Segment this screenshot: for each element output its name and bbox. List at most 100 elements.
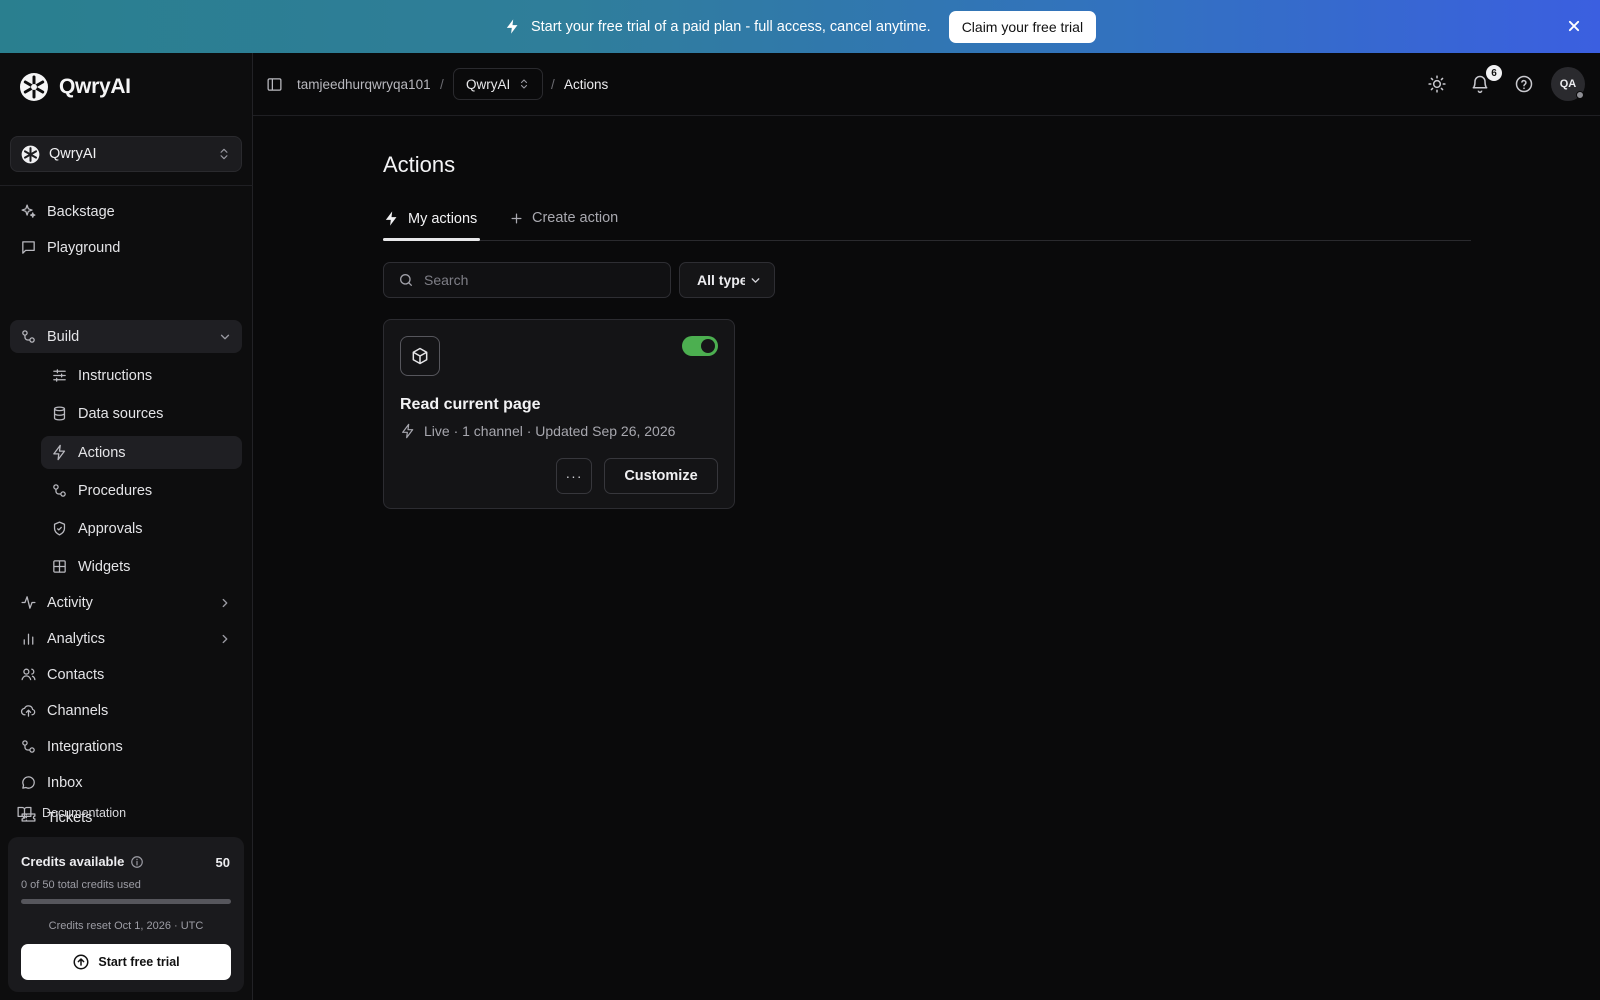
claim-trial-button[interactable]: Claim your free trial (948, 10, 1097, 43)
chevron-up-down-icon (518, 78, 530, 90)
tab-label: Create action (532, 210, 619, 226)
sidebar-item-channels[interactable]: Channels (10, 694, 242, 727)
zap-icon (51, 444, 68, 461)
zap-icon (400, 423, 416, 439)
sidebar-item-label: Instructions (78, 367, 153, 384)
sidebar-item-label: Widgets (78, 558, 131, 575)
chevron-right-icon (218, 632, 232, 646)
sidebar-item-backstage[interactable]: Backstage (10, 195, 242, 228)
sidebar-item-widgets[interactable]: Widgets (41, 550, 242, 583)
sidebar-item-procedures[interactable]: Procedures (41, 474, 242, 507)
sidebar-divider (0, 185, 253, 186)
bar-chart-icon (20, 630, 37, 647)
action-card[interactable]: Read current page Live · 1 channel · Upd… (383, 319, 735, 509)
sidebar-item-label: Activity (47, 594, 93, 611)
sidebar-item-activity[interactable]: Activity (10, 586, 242, 619)
type-filter-label: All types (697, 272, 745, 288)
start-free-trial-button[interactable]: Start free trial (21, 944, 231, 980)
customize-button[interactable]: Customize (604, 458, 718, 494)
database-icon (51, 405, 68, 422)
brand-logo[interactable]: QwryAI (19, 72, 131, 102)
tabs-divider (383, 240, 1471, 241)
start-free-trial-label: Start free trial (98, 955, 180, 969)
cloud-upload-icon (20, 702, 37, 719)
arrow-up-circle-icon (72, 953, 90, 971)
type-filter-select[interactable]: All types (679, 262, 775, 298)
sidebar-item-label: Approvals (78, 520, 143, 537)
workspace-name: QwryAI (49, 146, 97, 162)
workflow-icon (51, 482, 68, 499)
credits-title: Credits available (21, 854, 144, 869)
tab-label: My actions (408, 210, 478, 227)
chevron-up-down-icon (217, 147, 231, 161)
sidebar-item-label: Inbox (47, 774, 83, 791)
sidebar-item-documentation[interactable]: Documentation (16, 804, 126, 821)
status-dot (1576, 91, 1584, 99)
search-icon (398, 272, 414, 288)
breadcrumb-current: Actions (564, 77, 609, 92)
credits-title-label: Credits available (21, 854, 125, 869)
zap-icon (383, 210, 400, 227)
search-input[interactable] (424, 272, 644, 288)
sidebar: QwryAI QwryAI Backstage Playground Build… (0, 53, 253, 1000)
sidebar-item-label: Actions (78, 444, 126, 461)
sidebar-item-analytics[interactable]: Analytics (10, 622, 242, 655)
help-circle-icon[interactable] (1514, 74, 1534, 94)
sidebar-item-instructions[interactable]: Instructions (41, 359, 242, 392)
credits-available: 50 (215, 855, 230, 870)
close-icon[interactable] (1564, 16, 1584, 36)
chevron-down-icon (749, 274, 762, 287)
action-meta: Live · 1 channel · Updated Sep 26, 2026 (400, 423, 675, 439)
sidebar-item-label: Channels (47, 702, 109, 719)
sidebar-item-inbox[interactable]: Inbox (10, 766, 242, 799)
tab-create-action[interactable]: Create action (509, 210, 618, 226)
sparkle-icon (20, 203, 37, 220)
book-open-icon (16, 804, 33, 821)
credits-progress-bar (21, 899, 231, 904)
sidebar-item-data-sources[interactable]: Data sources (41, 397, 242, 430)
credits-reset-text: Credits reset Oct 1, 2026 · UTC (48, 920, 204, 932)
sidebar-item-actions[interactable]: Actions (41, 436, 242, 469)
breadcrumb-separator: / (440, 77, 444, 92)
sidebar-toggle-icon[interactable] (266, 76, 283, 93)
sliders-icon (51, 367, 68, 384)
action-meta-text: Live · 1 channel · Updated Sep 26, 2026 (424, 423, 676, 439)
sidebar-item-approvals[interactable]: Approvals (41, 512, 242, 545)
more-options-button[interactable]: ··· (556, 458, 592, 494)
grid-icon (51, 558, 68, 575)
sidebar-item-contacts[interactable]: Contacts (10, 658, 242, 691)
box-icon (400, 336, 440, 376)
chevron-down-icon (218, 330, 232, 344)
breadcrumb-separator: / (551, 77, 555, 92)
message-circle-icon (20, 774, 37, 791)
brand-name: QwryAI (59, 75, 131, 98)
sidebar-item-label: Analytics (47, 630, 106, 647)
logo-icon (19, 72, 49, 102)
active-tab-indicator (383, 238, 480, 241)
workspace-logo-icon (21, 145, 40, 164)
sidebar-item-build[interactable]: Build (10, 320, 242, 353)
credits-used-text: 0 of 50 total credits used (21, 879, 141, 891)
workspace-select[interactable]: QwryAI (10, 136, 242, 172)
breadcrumb-project-select[interactable]: QwryAI (453, 68, 543, 100)
sidebar-item-playground[interactable]: Playground (10, 231, 242, 264)
message-square-icon (20, 239, 37, 256)
sidebar-item-integrations[interactable]: Integrations (10, 730, 242, 763)
page-title: Actions (383, 152, 456, 177)
breadcrumb-user[interactable]: tamjeedhurqwryqa101 (297, 77, 431, 92)
toggle-knob (701, 339, 715, 353)
workflow-icon (20, 738, 37, 755)
workflow-icon (20, 328, 37, 345)
sidebar-item-label: Build (47, 328, 80, 345)
plus-icon (509, 211, 524, 226)
top-bar: tamjeedhurqwryqa101 / QwryAI / Actions 6… (253, 53, 1600, 116)
search-field[interactable] (383, 262, 671, 298)
tab-my-actions[interactable]: My actions (383, 210, 477, 227)
sidebar-item-label: Procedures (78, 482, 153, 499)
info-icon[interactable] (130, 855, 144, 869)
sidebar-item-label: Integrations (47, 738, 123, 755)
sun-icon[interactable] (1427, 74, 1447, 94)
sidebar-item-label: Data sources (78, 405, 164, 422)
notification-badge: 6 (1486, 65, 1502, 81)
action-enabled-toggle[interactable] (682, 336, 718, 356)
